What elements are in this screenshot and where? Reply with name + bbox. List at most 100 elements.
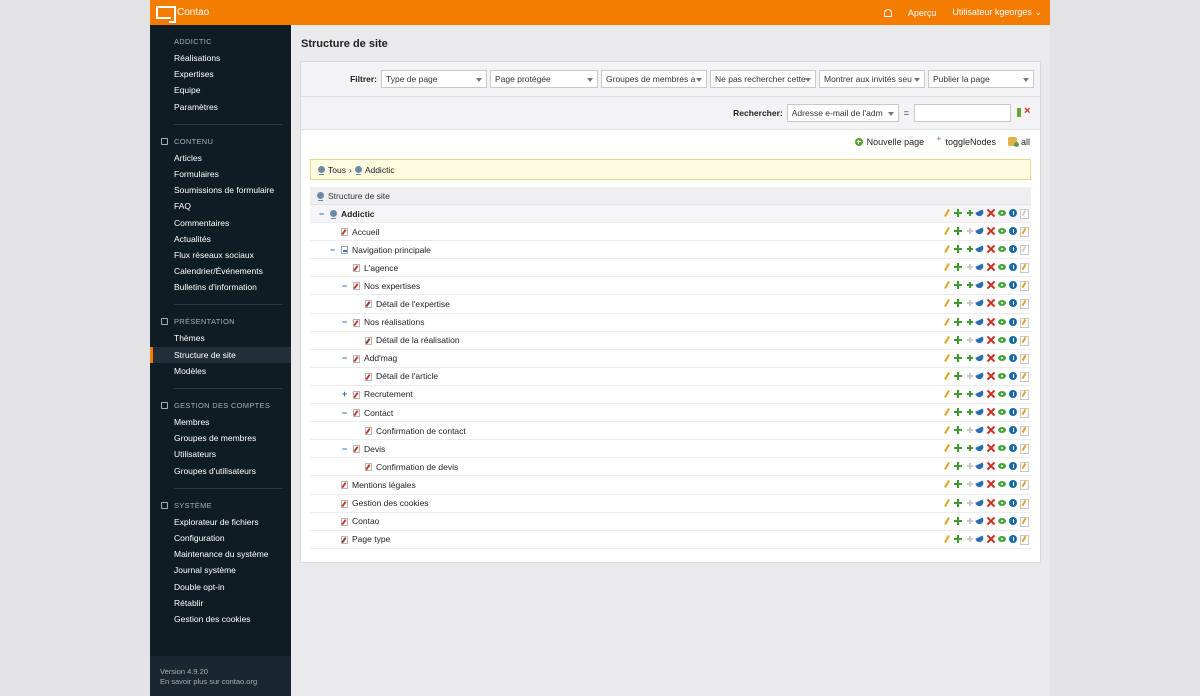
visibility-icon[interactable] [998, 444, 1006, 452]
paste-into-icon[interactable] [965, 426, 973, 434]
filter-select[interactable]: Publier la page [928, 70, 1034, 88]
move-icon[interactable] [976, 499, 984, 507]
sidebar-item[interactable]: Modèles [150, 363, 291, 379]
preview-link[interactable]: Aperçu [908, 8, 937, 18]
sidebar-item[interactable]: Expertises [150, 66, 291, 82]
delete-icon[interactable] [987, 336, 995, 344]
add-icon[interactable] [954, 209, 962, 217]
tree-row[interactable]: − Navigation principale [310, 241, 1031, 260]
move-icon[interactable] [976, 336, 984, 344]
edit-header-icon[interactable] [1020, 353, 1029, 364]
add-icon[interactable] [954, 426, 962, 435]
tree-row-label[interactable]: Confirmation de contact [376, 426, 466, 436]
info-icon[interactable] [1009, 263, 1017, 272]
delete-icon[interactable] [987, 227, 995, 235]
delete-icon[interactable] [987, 426, 995, 434]
visibility-icon[interactable] [998, 227, 1006, 235]
visibility-icon[interactable] [998, 318, 1006, 326]
collapse-icon[interactable]: − [341, 353, 348, 363]
sidebar-item[interactable]: Thèmes [150, 330, 291, 346]
tree-row-label[interactable]: Détail de l'expertise [376, 299, 450, 309]
sidebar-item[interactable]: Structure de site [150, 346, 291, 363]
user-menu[interactable]: Utilisateur kgeorges ⌄ [952, 7, 1042, 18]
add-icon[interactable] [954, 534, 962, 543]
sidebar-item[interactable]: Journal système [150, 562, 291, 578]
tree-row[interactable]: Mentions légales [310, 476, 1031, 495]
sidebar-item[interactable]: Gestion des cookies [150, 611, 291, 627]
visibility-icon[interactable] [998, 245, 1006, 253]
sidebar-item[interactable]: Calendrier/Événements [150, 263, 291, 279]
edit-header-icon[interactable] [1020, 245, 1029, 256]
tree-row[interactable]: Accueil [310, 223, 1031, 242]
visibility-icon[interactable] [998, 462, 1006, 470]
sidebar-item[interactable]: Maintenance du système [150, 546, 291, 562]
edit-icon[interactable] [943, 245, 951, 253]
sidebar-item[interactable]: Actualités [150, 231, 291, 247]
collapse-icon[interactable]: − [341, 408, 348, 418]
tree-row-label[interactable]: Navigation principale [352, 245, 431, 255]
add-icon[interactable] [954, 371, 962, 380]
edit-icon[interactable] [943, 318, 951, 326]
edit-icon[interactable] [943, 336, 951, 344]
sidebar-group-title[interactable]: PRÉSENTATION [150, 314, 291, 330]
tree-row[interactable]: L'agence [310, 259, 1031, 278]
edit-header-icon[interactable] [1020, 516, 1029, 527]
move-icon[interactable] [976, 408, 984, 416]
paste-into-icon[interactable] [965, 390, 973, 398]
sidebar-group-title[interactable]: SYSTÈME [150, 498, 291, 514]
edit-header-icon[interactable] [1020, 281, 1029, 292]
visibility-icon[interactable] [998, 372, 1006, 380]
delete-icon[interactable] [987, 499, 995, 507]
add-icon[interactable] [954, 462, 962, 471]
info-icon[interactable] [1009, 299, 1017, 308]
delete-icon[interactable] [987, 480, 995, 488]
sidebar-item[interactable]: Soumissions de formulaire [150, 182, 291, 198]
tree-row-label[interactable]: Devis [364, 444, 385, 454]
visibility-icon[interactable] [998, 281, 1006, 289]
add-icon[interactable] [954, 498, 962, 507]
tree-row-label[interactable]: Nos réalisations [364, 317, 424, 327]
delete-icon[interactable] [987, 408, 995, 416]
edit-icon[interactable] [943, 408, 951, 416]
move-icon[interactable] [976, 299, 984, 307]
tree-row[interactable]: Confirmation de devis [310, 458, 1031, 477]
toggle-nodes-button[interactable]: ⁺ toggleNodes [936, 136, 996, 147]
add-icon[interactable] [954, 444, 962, 453]
add-icon[interactable] [954, 389, 962, 398]
sidebar-item[interactable]: Réalisations [150, 50, 291, 66]
search-input[interactable] [914, 104, 1011, 122]
info-icon[interactable] [1009, 516, 1017, 525]
info-icon[interactable] [1009, 408, 1017, 417]
info-icon[interactable] [1009, 498, 1017, 507]
edit-icon[interactable] [943, 263, 951, 271]
info-icon[interactable] [1009, 534, 1017, 543]
tree-row-label[interactable]: Mentions légales [352, 480, 416, 490]
sidebar-item[interactable]: Rétablir [150, 595, 291, 611]
paste-into-icon[interactable] [965, 245, 973, 253]
tree-row[interactable]: Confirmation de contact [310, 422, 1031, 441]
delete-icon[interactable] [987, 462, 995, 470]
search-field-select[interactable]: Adresse e-mail de l'adm [786, 104, 899, 122]
tree-row[interactable]: − Add'mag [310, 350, 1031, 368]
filter-select[interactable]: Ne pas rechercher cette [710, 70, 816, 88]
tree-row[interactable]: Page type [310, 531, 1031, 549]
visibility-icon[interactable] [998, 535, 1006, 543]
tree-row[interactable]: Détail de l'article [310, 368, 1031, 386]
paste-into-icon[interactable] [965, 372, 973, 380]
paste-into-icon[interactable] [965, 209, 973, 217]
move-icon[interactable] [976, 480, 984, 488]
collapse-icon[interactable]: − [341, 444, 348, 454]
edit-icon[interactable] [943, 227, 951, 235]
tree-row-label[interactable]: Page type [352, 534, 390, 544]
visibility-icon[interactable] [998, 517, 1006, 525]
sidebar-group-title[interactable]: CONTENU [150, 134, 291, 150]
visibility-icon[interactable] [998, 408, 1006, 416]
paste-into-icon[interactable] [965, 336, 973, 344]
move-icon[interactable] [976, 462, 984, 470]
move-icon[interactable] [976, 318, 984, 326]
tree-row[interactable]: − Contact [310, 404, 1031, 423]
info-icon[interactable] [1009, 371, 1017, 380]
contao-org-link[interactable]: En savoir plus sur contao.org [160, 677, 281, 687]
edit-header-icon[interactable] [1020, 317, 1029, 328]
all-button[interactable]: all [1007, 137, 1030, 147]
